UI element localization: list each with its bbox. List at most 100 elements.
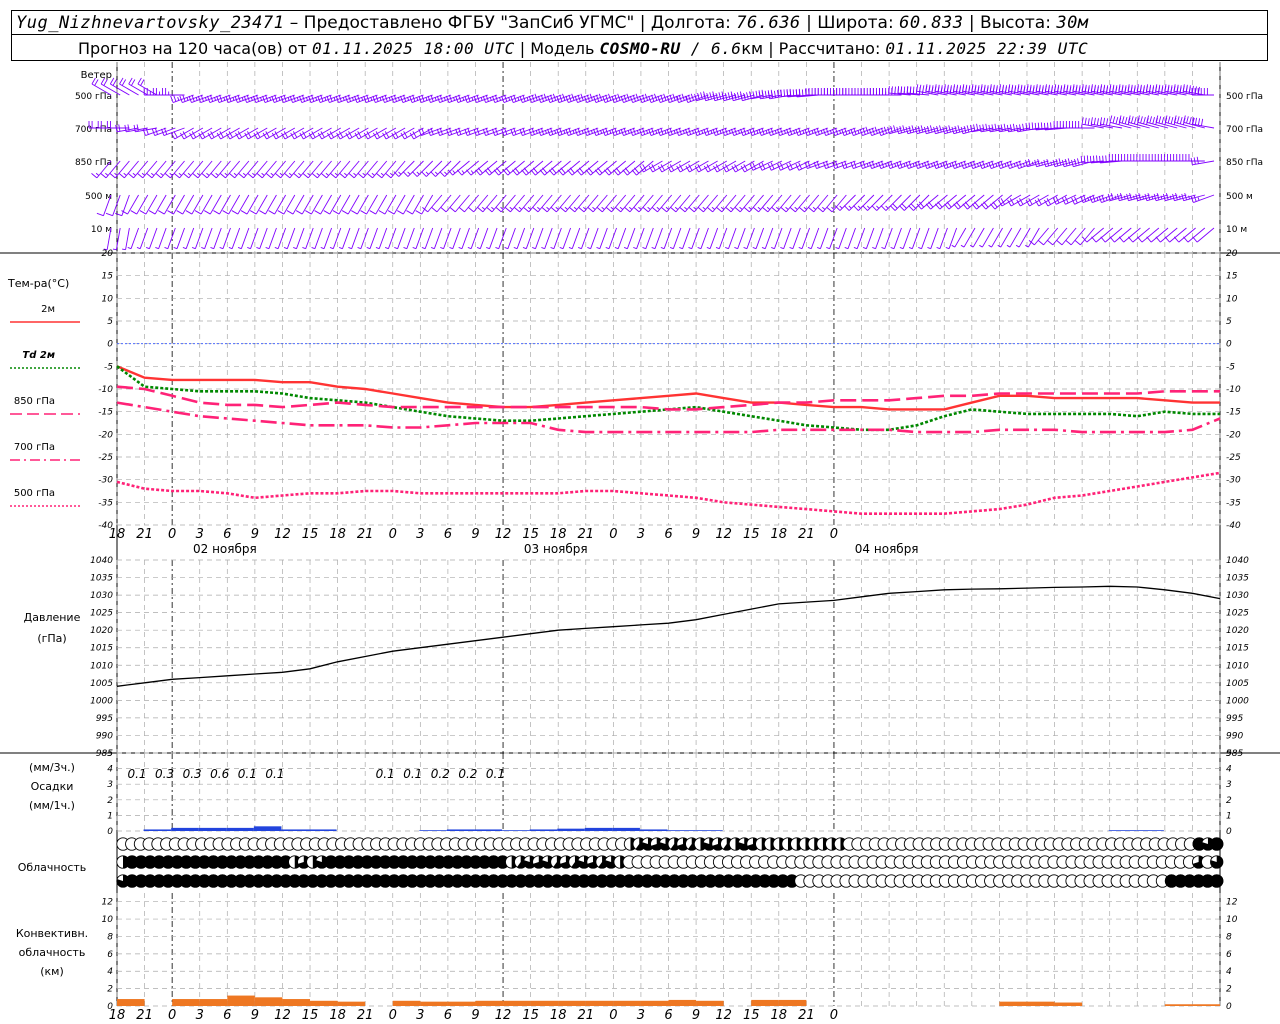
wind-barb-feather — [222, 210, 229, 215]
wind-barb-feather — [944, 203, 950, 210]
conv-tick-left: 6 — [107, 950, 113, 960]
wind-barb-feather — [421, 171, 427, 177]
wind-barb-feather — [1182, 84, 1185, 92]
temp-tick-right: 10 — [1226, 294, 1238, 304]
wind-barb-feather — [1091, 236, 1097, 243]
wind-barb — [479, 227, 489, 249]
wind-barb-half-feather — [600, 129, 603, 134]
wind-barb-feather — [569, 167, 575, 174]
wind-barb — [452, 227, 461, 249]
wind-barb — [1178, 227, 1196, 243]
wind-barb-half-feather — [278, 96, 281, 101]
wind-barb — [519, 194, 535, 213]
wind-barb-feather — [801, 89, 804, 97]
x-tick-label-bottom: 21 — [136, 1008, 153, 1023]
wind-barb-feather — [148, 210, 156, 215]
wind-barb-feather — [1129, 193, 1132, 201]
wind-level-label-right: 500 м — [1226, 192, 1253, 202]
wind-barb-feather — [397, 210, 404, 215]
wind-barb-half-feather — [412, 247, 417, 250]
wind-barb-feather — [1155, 236, 1161, 243]
wind-barb-feather — [1112, 84, 1115, 92]
wind-barb — [507, 227, 516, 249]
wind-barb — [537, 194, 553, 213]
temp-tick-left: -35 — [98, 498, 113, 508]
x-tick-label: 0 — [168, 527, 176, 542]
cloud-cover-fill — [1210, 837, 1224, 851]
wind-barb — [1009, 227, 1022, 248]
wind-barb-feather — [974, 201, 980, 208]
wind-barb-feather — [888, 86, 890, 94]
wind-barb — [535, 160, 553, 176]
temp-tick-right: -25 — [1226, 453, 1241, 463]
wind-barb-half-feather — [826, 247, 830, 250]
wind-barb-feather — [1158, 116, 1162, 124]
wind-barb-feather — [1145, 84, 1149, 92]
wind-barb — [804, 194, 820, 213]
wind-barb-half-feather — [789, 247, 794, 250]
wind-barb-feather — [1179, 85, 1182, 93]
wind-barb-half-feather — [564, 206, 568, 210]
wind-barb-feather — [1119, 193, 1123, 201]
wind-barb-half-feather — [261, 172, 265, 176]
wind-barb-feather — [633, 207, 640, 213]
wind-barb-feather — [100, 173, 107, 179]
wind-barb-feather — [940, 85, 943, 93]
wind-barb-feather — [1072, 84, 1075, 92]
wind-barb — [1034, 227, 1049, 246]
wind-barb-half-feather — [739, 206, 743, 210]
conv-cloud-bar — [199, 999, 228, 1006]
wind-barb — [225, 160, 241, 179]
wind-barb-feather — [348, 173, 355, 179]
wind-barb-feather — [953, 203, 959, 210]
wind-barb-feather — [1047, 84, 1050, 92]
wind-barb-half-feather — [206, 172, 210, 176]
wind-barb-half-feather — [241, 96, 244, 101]
wind-barb-feather — [1061, 159, 1065, 167]
wind-barb — [865, 227, 875, 249]
wind-barb-feather — [1099, 155, 1101, 163]
wind-barb-half-feather — [960, 244, 965, 248]
wind-barb — [902, 227, 912, 249]
wind-barb-feather — [1200, 118, 1204, 126]
x-tick-label: 18 — [550, 527, 567, 542]
x-tick-label-bottom: 18 — [329, 1008, 346, 1023]
wind-barb-feather — [173, 94, 177, 102]
wind-barb-half-feather — [715, 247, 720, 250]
day-label: 04 ноября — [855, 542, 919, 556]
wind-barb-feather — [1071, 159, 1074, 167]
wind-barb-feather — [1001, 84, 1005, 92]
wind-barb-half-feather — [333, 96, 336, 101]
wind-barb-half-feather — [394, 247, 398, 250]
pressure-tick-left: 995 — [96, 714, 113, 724]
wind-barb-half-feather — [204, 96, 207, 101]
wind-barb-feather — [902, 125, 906, 133]
wind-barb-feather — [1041, 85, 1044, 93]
wind-barb-half-feather — [651, 247, 656, 250]
wind-barb-half-feather — [890, 247, 895, 250]
wind-barb — [792, 227, 801, 249]
wind-barb-feather — [952, 84, 956, 92]
wind-barb-feather — [293, 173, 300, 179]
wind-barb — [758, 194, 774, 213]
wind-barb-half-feather — [287, 96, 290, 101]
wind-barb-feather — [1047, 122, 1049, 130]
conv-tick-right: 2 — [1226, 985, 1232, 995]
wind-barb-feather — [1093, 117, 1096, 125]
pressure-tick-right: 1025 — [1226, 609, 1249, 619]
wind-barb-feather — [1127, 236, 1134, 243]
wind-barb — [636, 227, 645, 249]
wind-barb-half-feather — [145, 247, 150, 250]
wind-barb-half-feather — [187, 172, 192, 176]
precip-bar — [281, 829, 310, 831]
wind-barb — [657, 194, 673, 213]
wind-barb — [930, 227, 939, 249]
wind-barb — [298, 160, 314, 179]
wind-barb-feather — [899, 126, 903, 134]
wind-barb-half-feather — [348, 247, 352, 250]
pressure-tick-left: 1000 — [90, 696, 113, 706]
wind-barb — [571, 227, 581, 249]
wind-barb-feather — [127, 173, 134, 179]
wind-barb — [764, 227, 774, 249]
wind-barb-feather — [1080, 155, 1083, 163]
